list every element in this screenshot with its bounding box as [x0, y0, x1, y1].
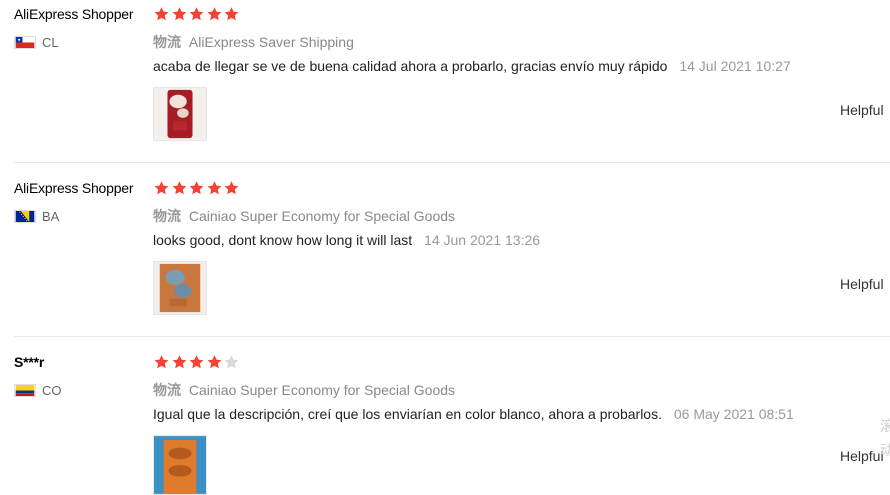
flag-co-icon: [14, 383, 36, 397]
star-filled-icon: [189, 355, 204, 369]
star-filled-icon: [154, 355, 169, 369]
side-widget-char[interactable]: 动: [880, 440, 890, 460]
review-item: AliExpress Shopper BA 物流 Cainiao Super E…: [0, 174, 890, 336]
reviewer-country: BA: [14, 208, 59, 224]
side-widget-char[interactable]: 滚: [880, 416, 890, 436]
product-photo: [154, 262, 206, 314]
star-filled-icon: [172, 355, 186, 369]
flag-cl-icon: [14, 35, 36, 49]
star-rating: [153, 6, 241, 22]
product-photo: [154, 436, 206, 494]
review-comment: Igual que la descripción, creí que los e…: [153, 406, 794, 422]
flag-ba-icon: [14, 209, 36, 223]
shipping-name: Cainiao Super Economy for Special Goods: [188, 208, 456, 224]
helpful-button[interactable]: Helpful: [840, 276, 884, 292]
review-photo-thumbnail[interactable]: [153, 435, 207, 495]
country-code: CO: [42, 382, 62, 398]
reviewer-country: CL: [14, 34, 59, 50]
star-rating: [153, 180, 241, 196]
review-item: AliExpress Shopper CL 物流 AliExpress Save…: [0, 0, 890, 162]
phone-case-photo: [154, 88, 206, 140]
review-photo-thumbnail[interactable]: [153, 87, 207, 141]
star-filled-icon: [225, 181, 239, 195]
review-divider: [14, 336, 890, 337]
review-item: S***r CO 物流 Cainiao Super Economy for Sp…: [0, 348, 890, 495]
star-filled-icon: [207, 355, 222, 369]
shipping-name: AliExpress Saver Shipping: [188, 34, 354, 50]
review-timestamp: 14 Jun 2021 13:26: [424, 232, 541, 248]
review-photo-thumbnail[interactable]: [153, 261, 207, 315]
star-empty-icon: [225, 355, 239, 369]
country-code: CL: [42, 34, 59, 50]
shipping-method: 物流 Cainiao Super Economy for Special Goo…: [153, 206, 455, 226]
star-filled-icon: [154, 181, 169, 195]
reviewer-name: AliExpress Shopper: [14, 6, 134, 22]
helpful-button[interactable]: Helpful: [840, 448, 884, 464]
helpful-button[interactable]: Helpful: [840, 102, 884, 118]
shipping-label: 物流: [153, 34, 181, 50]
reviewer-country: CO: [14, 382, 62, 398]
country-code: BA: [42, 208, 60, 224]
shipping-method: 物流 Cainiao Super Economy for Special Goo…: [153, 380, 455, 400]
star-filled-icon: [207, 181, 222, 195]
review-comment: acaba de llegar se ve de buena calidad a…: [153, 58, 791, 74]
shipping-label: 物流: [153, 382, 181, 398]
reviewer-name: AliExpress Shopper: [14, 180, 134, 196]
review-text: looks good, dont know how long it will l…: [153, 232, 413, 248]
star-filled-icon: [154, 7, 169, 21]
shipping-method: 物流 AliExpress Saver Shipping: [153, 32, 354, 52]
star-rating: [153, 354, 241, 370]
reviewer-name: S***r: [14, 354, 45, 370]
review-text: acaba de llegar se ve de buena calidad a…: [153, 58, 668, 74]
star-filled-icon: [172, 181, 186, 195]
star-filled-icon: [189, 181, 204, 195]
review-text: Igual que la descripción, creí que los e…: [153, 406, 662, 422]
star-filled-icon: [172, 7, 186, 21]
star-filled-icon: [225, 7, 239, 21]
review-comment: looks good, dont know how long it will l…: [153, 232, 540, 248]
review-divider: [14, 162, 890, 163]
shipping-name: Cainiao Super Economy for Special Goods: [188, 382, 456, 398]
star-filled-icon: [189, 7, 204, 21]
review-timestamp: 14 Jul 2021 10:27: [679, 58, 791, 74]
star-filled-icon: [207, 7, 222, 21]
shipping-label: 物流: [153, 208, 181, 224]
review-timestamp: 06 May 2021 08:51: [673, 406, 794, 422]
